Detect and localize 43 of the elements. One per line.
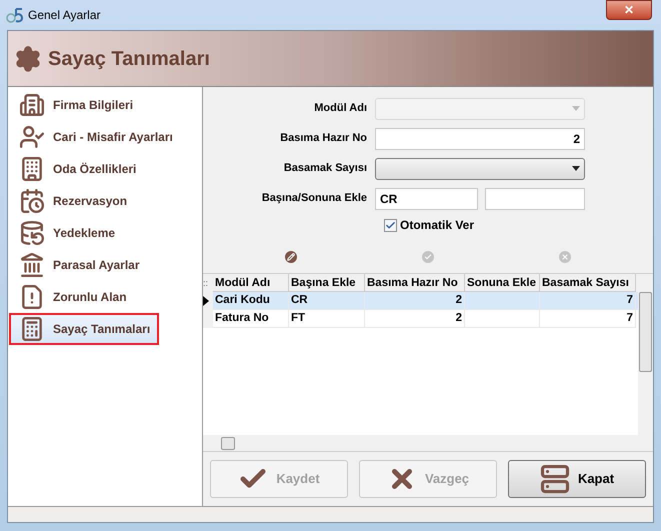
field-label: Basamak Sayısı	[282, 161, 368, 176]
table-cell: FT	[289, 310, 365, 328]
table-cell: 2	[365, 310, 465, 328]
input-field[interactable]: 2	[375, 128, 585, 150]
dropdown-arrow-icon	[572, 106, 580, 111]
sidebar-item[interactable]: Sayaç Tanımaları	[9, 313, 159, 345]
sidebar-item[interactable]: Cari - Misafir Ayarları	[9, 121, 201, 153]
input-field[interactable]: CR	[375, 188, 478, 210]
edit-icon[interactable]	[285, 251, 298, 263]
dropdown[interactable]	[375, 158, 585, 180]
sidebar-item[interactable]: Rezervasyon	[9, 185, 201, 217]
field-label: Basıma Hazır No	[279, 131, 368, 146]
checkbox-label: Otomatik Ver	[400, 217, 474, 234]
sidebar-item[interactable]: Firma Bilgileri	[9, 89, 201, 121]
server-icon	[540, 464, 570, 494]
input-field[interactable]	[485, 188, 585, 210]
horizontal-scrollbar[interactable]	[203, 435, 653, 451]
database-icon	[19, 220, 45, 246]
table-row[interactable]: Cari Kodu CR 2 7	[203, 292, 638, 310]
checkbox[interactable]	[384, 218, 397, 232]
sidebar-item[interactable]: Yedekleme	[9, 217, 201, 249]
building-icon	[19, 156, 45, 182]
window-title: Genel Ayarlar	[28, 7, 100, 24]
close-button[interactable]: Kapat	[508, 460, 646, 498]
table-cell: Fatura No	[213, 310, 289, 328]
sidebar-item[interactable]: Parasal Ayarlar	[9, 249, 201, 281]
table-cell: 7	[540, 310, 636, 328]
document-icon	[19, 284, 45, 310]
vertical-scrollbar[interactable]	[638, 274, 653, 435]
sidebar-item[interactable]: Oda Özellikleri	[9, 153, 201, 185]
field-label: Başına/Sonuna Ekle	[260, 191, 368, 206]
building-icon	[19, 92, 45, 118]
calendar-icon	[19, 188, 45, 214]
row-selector-header: ::	[203, 277, 210, 290]
user-check-icon	[19, 124, 45, 150]
app-logo-icon	[6, 7, 24, 23]
page-title: Sayaç Tanımaları	[48, 46, 210, 72]
sidebar-item[interactable]: Zorunlu Alan	[9, 281, 201, 313]
field-label: Modül Adı	[313, 101, 368, 116]
check-icon	[385, 220, 396, 230]
row-pointer-icon	[203, 296, 209, 306]
table-row[interactable]: Fatura No FT 2 7	[203, 310, 638, 328]
dropdown-arrow-icon	[572, 166, 580, 171]
